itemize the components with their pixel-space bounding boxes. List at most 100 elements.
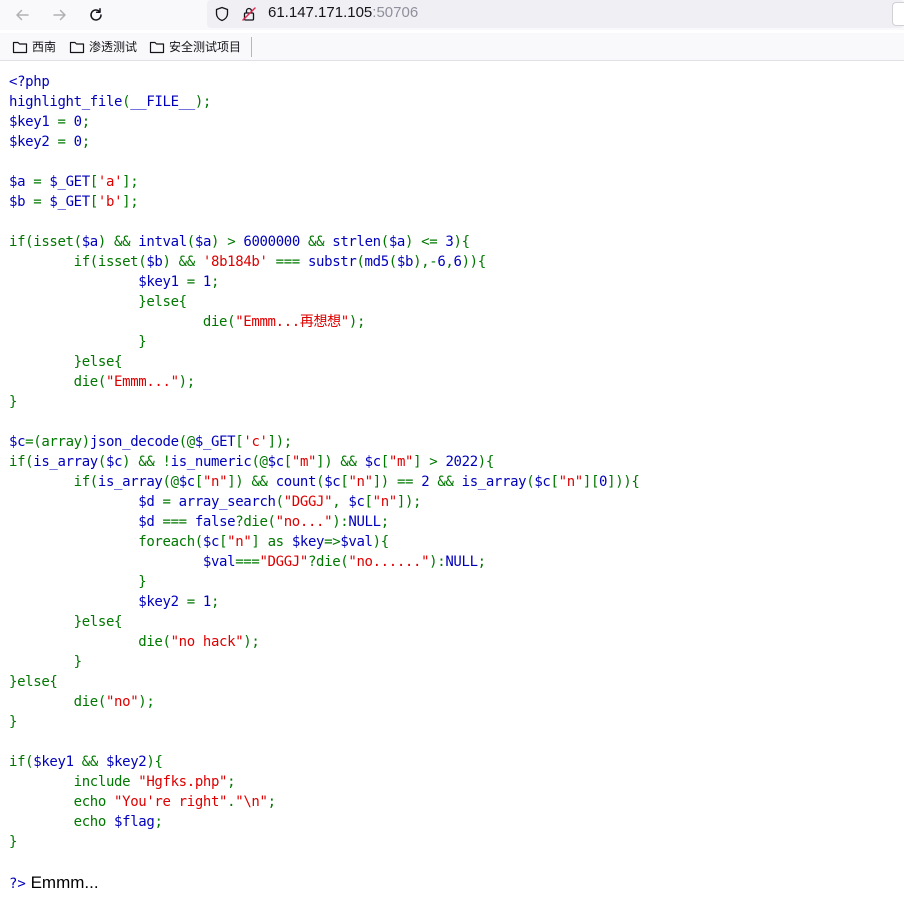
code-token: } — [9, 394, 18, 410]
code-token: is_array — [33, 454, 98, 470]
folder-icon — [12, 41, 28, 54]
url-bar[interactable]: 61.147.171.105:50706 — [207, 0, 904, 28]
code-token: ; — [81, 134, 90, 150]
code-token: = — [186, 594, 203, 610]
code-line: highlight_file(__FILE__); — [9, 92, 639, 112]
page-output: ?> Emmm... — [9, 872, 99, 895]
forward-button[interactable] — [49, 4, 71, 26]
reload-button[interactable] — [85, 4, 107, 26]
code-token: ][ — [582, 474, 600, 490]
code-line: if(isset($b) && '8b184b' === substr(md5(… — [9, 252, 639, 272]
code-line: if(is_array(@$c["n"]) && count($c["n"]) … — [9, 472, 640, 492]
url-port: :50706 — [372, 4, 419, 21]
code-token: foreach( — [9, 534, 203, 550]
code-token: $c — [364, 454, 382, 470]
code-token: $c — [178, 474, 196, 490]
code-token: "n" — [558, 474, 584, 490]
code-line: die("Emmm..."); — [9, 372, 639, 392]
code-token: $key2 — [9, 134, 58, 150]
bookmark-label: 渗透测试 — [89, 40, 138, 54]
code-token: = — [33, 194, 50, 210]
url-text[interactable]: 61.147.171.105:50706 — [268, 4, 418, 22]
code-token: "no hack" — [170, 634, 244, 650]
insecure-lock-icon[interactable] — [240, 5, 258, 23]
bookmark-folder-2[interactable]: 渗透测试 — [69, 38, 137, 56]
code-token: } — [9, 334, 147, 350]
code-token: [ — [364, 494, 373, 510]
code-token: if( — [9, 454, 34, 470]
code-token: }else{ — [9, 614, 123, 630]
code-token: ])){ — [607, 474, 640, 490]
code-token: ] as — [251, 534, 292, 550]
code-token: (@ — [162, 474, 180, 490]
code-token: ; — [154, 814, 163, 830]
code-token: include — [9, 774, 139, 790]
code-token: ) && — [97, 234, 139, 250]
code-token: && — [308, 234, 333, 250]
code-token: 1 — [202, 594, 211, 610]
code-token: __FILE__ — [130, 94, 195, 110]
code-token: $c — [202, 534, 220, 550]
code-token: ),- — [413, 254, 438, 270]
code-token: ){ — [146, 754, 163, 770]
code-token: => — [324, 534, 341, 550]
code-token: ) && ! — [122, 454, 171, 470]
code-token: $c — [105, 454, 123, 470]
code-line: die("Emmm...再想想"); — [9, 312, 639, 332]
code-token: ); — [243, 634, 260, 650]
code-line: }else{ — [9, 672, 639, 692]
code-token: && — [81, 754, 106, 770]
code-token: ]; — [122, 174, 139, 190]
code-token: ]); — [267, 434, 293, 450]
code-token: } — [9, 714, 18, 730]
code-line: } — [9, 392, 639, 412]
code-token: $key2 — [105, 754, 147, 770]
arrow-right-icon — [53, 9, 66, 21]
code-token: 'b' — [97, 194, 123, 210]
code-token: $_GET — [49, 194, 90, 210]
code-token: === — [235, 554, 260, 570]
code-token: $b — [9, 194, 34, 210]
code-token: ( — [97, 454, 106, 470]
code-line: $val==="DGGJ"?die("no......"):NULL; — [9, 552, 639, 572]
code-line: $key2 = 1; — [9, 592, 639, 612]
toolbar-overflow-button[interactable] — [892, 2, 904, 26]
code-token: ]); — [396, 494, 422, 510]
code-token: intval — [138, 234, 187, 250]
code-token: $key — [291, 534, 325, 550]
code-token: 'c' — [243, 434, 268, 450]
code-line: } — [9, 712, 639, 732]
code-line: } — [9, 652, 639, 672]
code-line: if(isset($a) && intval($a) > 6000000 && … — [9, 232, 639, 252]
code-token: , — [332, 494, 349, 510]
code-token: $val — [340, 534, 373, 550]
back-button[interactable] — [11, 4, 33, 26]
code-token: 0 — [73, 114, 82, 130]
code-token: ( — [122, 94, 131, 110]
code-line: echo $flag; — [9, 812, 639, 832]
code-token: )){ — [461, 254, 487, 270]
code-token: array_search — [178, 494, 276, 510]
code-token: "DGGJ" — [259, 554, 308, 570]
code-token: ?die( — [307, 554, 349, 570]
tracking-protection-shield-icon[interactable] — [213, 5, 231, 23]
code-token: ); — [194, 94, 212, 110]
arrow-left-icon — [16, 9, 29, 21]
code-token: ; — [81, 114, 90, 130]
code-token: 2022 — [445, 454, 478, 470]
bookmarks-separator — [251, 37, 252, 57]
code-token: if(isset( — [9, 254, 147, 270]
code-line: foreach($c["n"] as $key=>$val){ — [9, 532, 639, 552]
code-token: 6000000 — [243, 234, 309, 250]
code-token: $key1 — [33, 754, 82, 770]
code-token: } — [9, 574, 147, 590]
code-token: $c — [348, 494, 365, 510]
code-token: === — [162, 514, 195, 530]
code-token: highlight_file — [9, 94, 123, 110]
bookmark-folder-3[interactable]: 安全测试项目 — [149, 38, 241, 56]
php-close-tag: ?> — [9, 876, 26, 892]
code-token: $val — [9, 554, 236, 570]
bookmark-folder-1[interactable]: 西南 — [12, 38, 56, 56]
code-token: [ — [89, 194, 98, 210]
